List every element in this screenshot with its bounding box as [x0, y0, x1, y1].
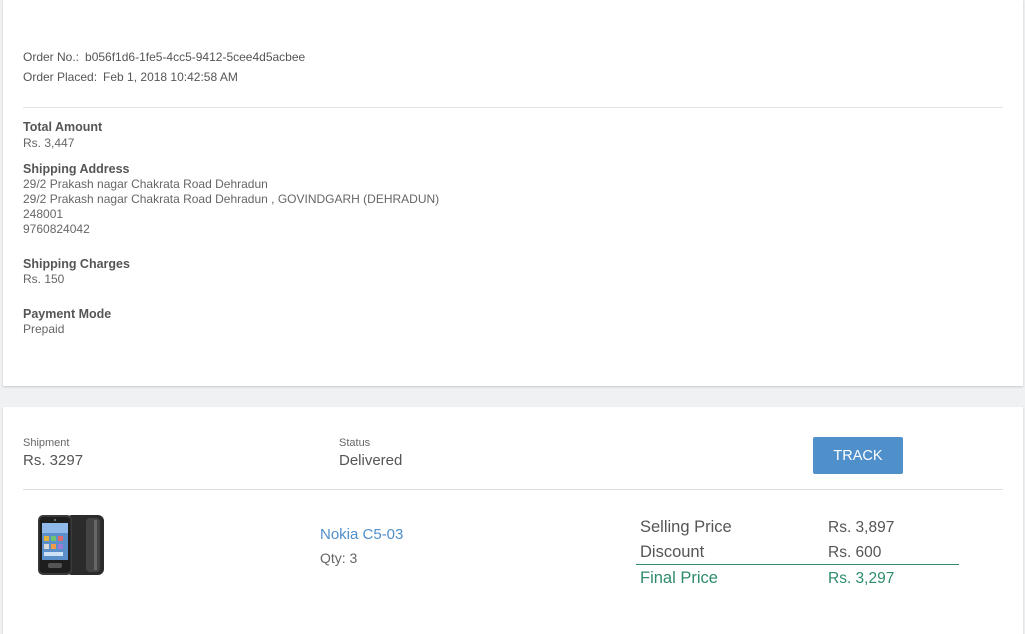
selling-price-label: Selling Price [640, 518, 732, 536]
divider [23, 489, 1003, 490]
shipping-address-line1: 29/2 Prakash nagar Chakrata Road Dehradu… [23, 177, 268, 191]
payment-mode-value: Prepaid [23, 322, 65, 336]
status-label: Status [339, 437, 371, 449]
order-number: Order No.: b056f1d6-1fe5-4cc5-9412-5cee4d… [23, 50, 305, 64]
order-details-card: Order No.: b056f1d6-1fe5-4cc5-9412-5cee4d… [3, 0, 1023, 386]
shipping-address-title: Shipping Address [23, 162, 130, 176]
status-value: Delivered [339, 452, 403, 469]
discount-value: Rs. 600 [828, 544, 882, 561]
shipping-address-phone: 9760824042 [23, 222, 90, 236]
shipping-charges-value: Rs. 150 [23, 272, 65, 286]
product-name-link[interactable]: Nokia C5-03 [320, 526, 403, 543]
order-placed-value: Feb 1, 2018 10:42:58 AM [103, 70, 238, 84]
final-price-label: Final Price [640, 569, 718, 587]
total-amount-title: Total Amount [23, 120, 103, 134]
final-price-value: Rs. 3,297 [828, 570, 895, 587]
selling-price-value: Rs. 3,897 [828, 519, 895, 536]
order-placed: Order Placed: Feb 1, 2018 10:42:58 AM [23, 70, 238, 84]
shipment-card: Shipment Rs. 3297 Status Delivered TRACK [3, 407, 1023, 634]
shipping-charges-title: Shipping Charges [23, 257, 130, 271]
shipping-address-pincode: 248001 [23, 207, 64, 221]
shipment-value: Rs. 3297 [23, 452, 84, 469]
product-qty: Qty: 3 [320, 550, 358, 566]
product-image[interactable] [38, 514, 108, 581]
order-number-value: b056f1d6-1fe5-4cc5-9412-5cee4d5acbee [85, 50, 306, 64]
phone-image-icon [38, 515, 104, 575]
total-amount-value: Rs. 3,447 [23, 136, 75, 150]
divider [23, 107, 1003, 108]
payment-mode-title: Payment Mode [23, 307, 112, 321]
shipment-label: Shipment [23, 437, 70, 449]
price-divider [636, 564, 959, 565]
discount-label: Discount [640, 543, 705, 561]
track-button[interactable]: TRACK [813, 437, 903, 474]
order-placed-label: Order Placed: [23, 70, 98, 84]
order-number-label: Order No.: [23, 50, 80, 64]
shipping-address-line2: 29/2 Prakash nagar Chakrata Road Dehradu… [23, 192, 440, 206]
